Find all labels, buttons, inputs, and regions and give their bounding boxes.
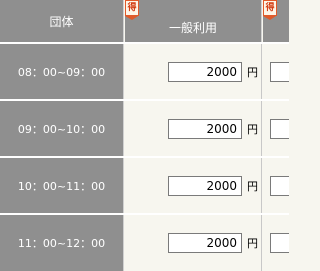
- price-cell-next: [263, 101, 289, 157]
- table-row: 09：00~10：00 円: [0, 101, 289, 157]
- price-cell-next: [263, 215, 289, 271]
- price-cell: 円: [125, 215, 262, 271]
- column-header-general: 一般利用: [125, 0, 262, 42]
- price-cell: 円: [125, 158, 262, 214]
- price-input[interactable]: [168, 176, 242, 196]
- currency-unit: 円: [247, 66, 258, 79]
- price-input-next[interactable]: [270, 176, 289, 196]
- table-row: 08：00~09：00 円: [0, 44, 289, 100]
- column-header-group-label: 団体: [49, 14, 74, 29]
- price-cell-next: [263, 44, 289, 100]
- time-slot-label: 08：00~09：00: [0, 44, 124, 100]
- currency-unit: 円: [247, 237, 258, 250]
- price-cell: 円: [125, 101, 262, 157]
- currency-unit: 円: [247, 180, 258, 193]
- discount-tag-icon: 得: [263, 0, 277, 20]
- time-slot-label: 09：00~10：00: [0, 101, 124, 157]
- time-slot-label: 11：00~12：00: [0, 215, 124, 271]
- price-cell-next: [263, 158, 289, 214]
- price-input-next[interactable]: [270, 62, 289, 82]
- price-input-next[interactable]: [270, 233, 289, 253]
- price-table: 団体 一般利用 得 得 08：00~09：00 円 09：00~10：00 円 …: [0, 0, 289, 271]
- price-cell: 円: [125, 44, 262, 100]
- table-row: 10：00~11：00 円: [0, 158, 289, 214]
- row-divider: [0, 213, 289, 215]
- price-input[interactable]: [168, 119, 242, 139]
- table-row: 11：00~12：00 円: [0, 215, 289, 271]
- price-input[interactable]: [168, 233, 242, 253]
- column-header-general-label: 一般利用: [168, 20, 217, 35]
- price-input-next[interactable]: [270, 119, 289, 139]
- currency-unit: 円: [247, 123, 258, 136]
- price-input[interactable]: [168, 62, 242, 82]
- row-divider: [0, 99, 289, 101]
- time-slot-label: 10：00~11：00: [0, 158, 124, 214]
- discount-tag-icon: 得: [125, 0, 139, 20]
- row-divider: [0, 42, 289, 44]
- row-divider: [0, 156, 289, 158]
- column-header-group: 団体: [0, 0, 124, 42]
